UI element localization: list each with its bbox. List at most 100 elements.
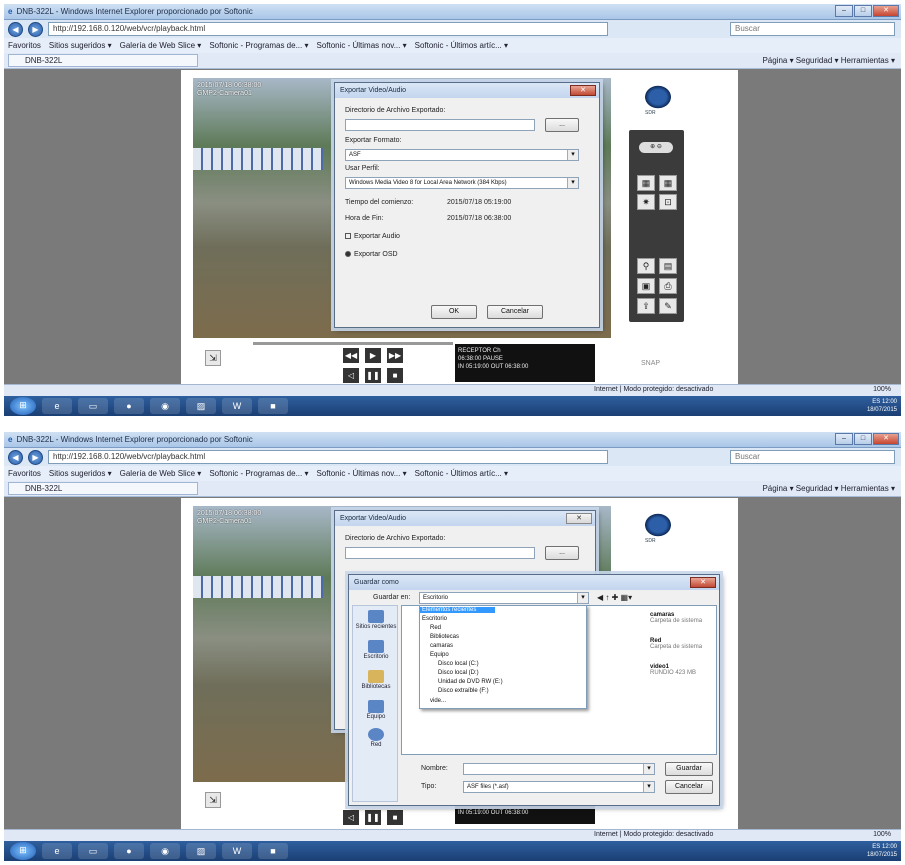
- dropdown-item[interactable]: Disco local (D:): [436, 670, 479, 676]
- close-button[interactable]: ✕: [873, 5, 899, 17]
- step-icon[interactable]: ◁: [343, 810, 359, 825]
- dropdown-item[interactable]: Disco local (C:): [436, 661, 479, 667]
- minimize-button[interactable]: –: [835, 5, 853, 17]
- forward-icon[interactable]: ▶▶: [387, 348, 403, 363]
- ie-taskbar-icon[interactable]: e: [42, 398, 72, 414]
- format-select[interactable]: ASF: [345, 149, 579, 161]
- zoom-level[interactable]: 100%: [873, 386, 891, 393]
- start-button[interactable]: ⊞: [10, 842, 36, 860]
- image2-icon[interactable]: ▦: [659, 175, 677, 191]
- place-libraries[interactable]: Bibliotecas: [355, 670, 397, 690]
- favorite-item[interactable]: Galería de Web Slice ▾: [120, 41, 202, 50]
- file-name-input[interactable]: [463, 763, 655, 775]
- cancel-button[interactable]: Cancelar: [665, 780, 713, 794]
- file-type-select[interactable]: ASF files (*.asf): [463, 781, 655, 793]
- save-button[interactable]: Guardar: [665, 762, 713, 776]
- record-icon[interactable]: ▤: [659, 258, 677, 274]
- folder-nav-icons[interactable]: ◀ ↑ ✚ ▦▾: [597, 593, 632, 602]
- terminal-icon[interactable]: ■: [258, 843, 288, 859]
- chrome-icon[interactable]: ◉: [150, 843, 180, 859]
- save-in-select[interactable]: Escritorio: [419, 592, 589, 604]
- save-close-button[interactable]: ✕: [690, 577, 716, 588]
- start-button[interactable]: ⊞: [10, 397, 36, 415]
- media-icon[interactable]: ●: [114, 843, 144, 859]
- word-icon[interactable]: W: [222, 398, 252, 414]
- file-item[interactable]: Red Carpeta de sistema: [648, 638, 702, 650]
- cancel-button[interactable]: Cancelar: [487, 305, 543, 319]
- export-clip-icon[interactable]: ⇲: [205, 792, 221, 808]
- place-desktop[interactable]: Escritorio: [355, 640, 397, 660]
- image-icon[interactable]: ▦: [637, 175, 655, 191]
- image-app-icon[interactable]: ▨: [186, 398, 216, 414]
- play-icon[interactable]: ▶: [365, 348, 381, 363]
- minimize-button[interactable]: –: [835, 433, 853, 445]
- print-icon[interactable]: ⎙: [659, 278, 677, 294]
- command-menu[interactable]: Página ▾ Seguridad ▾ Herramientas ▾: [762, 484, 895, 493]
- favorite-item[interactable]: Galería de Web Slice ▾: [120, 469, 202, 478]
- dropdown-item[interactable]: camaras: [428, 643, 453, 649]
- export-clip-icon[interactable]: ⇲: [205, 350, 221, 366]
- export-close-button[interactable]: ✕: [566, 513, 592, 524]
- place-computer[interactable]: Equipo: [355, 700, 397, 720]
- dropdown-item[interactable]: Disco extraíble (F:): [436, 688, 489, 694]
- pause-icon[interactable]: ❚❚: [365, 810, 381, 825]
- export-osd-option[interactable]: Exportar OSD: [345, 251, 398, 258]
- place-network[interactable]: Red: [355, 728, 397, 748]
- favorite-item[interactable]: Sitios sugeridos ▾: [49, 41, 112, 50]
- favorite-item[interactable]: Sitios sugeridos ▾: [49, 469, 112, 478]
- folder-icon[interactable]: ▭: [78, 398, 108, 414]
- dir-input[interactable]: [345, 547, 535, 559]
- command-menu[interactable]: Página ▾ Seguridad ▾ Herramientas ▾: [762, 56, 895, 65]
- timeline-slider[interactable]: [253, 342, 453, 345]
- step-icon[interactable]: ◁: [343, 368, 359, 383]
- favorite-item[interactable]: Softonic - Últimas nov... ▾: [316, 41, 406, 50]
- word-icon[interactable]: W: [222, 843, 252, 859]
- favorite-item[interactable]: Favoritos: [8, 41, 41, 50]
- maximize-button[interactable]: □: [854, 433, 872, 445]
- favorite-item[interactable]: Softonic - Últimos artíc... ▾: [415, 41, 508, 50]
- back-icon[interactable]: ◀: [8, 449, 23, 465]
- browse-button[interactable]: ...: [545, 546, 579, 560]
- stop-icon[interactable]: ■: [387, 368, 403, 383]
- back-icon[interactable]: ◀: [8, 21, 23, 37]
- dropdown-item[interactable]: Escritorio: [420, 616, 447, 622]
- dropdown-item[interactable]: Red: [428, 625, 441, 631]
- forward-icon[interactable]: ▶: [28, 449, 43, 465]
- dropdown-item[interactable]: Elementos recientes: [420, 607, 495, 613]
- favorite-item[interactable]: Favoritos: [8, 469, 41, 478]
- zoom-pill[interactable]: ⊕ ⊖: [639, 142, 673, 153]
- browse-button[interactable]: ...: [545, 118, 579, 132]
- search-input[interactable]: Buscar: [730, 450, 895, 464]
- favorite-item[interactable]: Softonic - Últimos artíc... ▾: [415, 469, 508, 478]
- focus-icon[interactable]: ⊡: [659, 194, 677, 210]
- profile-select[interactable]: Windows Media Video 8 for Local Area Net…: [345, 177, 579, 189]
- folder-icon[interactable]: ▭: [78, 843, 108, 859]
- chrome-icon[interactable]: ◉: [150, 398, 180, 414]
- favorite-item[interactable]: Softonic - Últimas nov... ▾: [316, 469, 406, 478]
- file-item[interactable]: camaras Carpeta de sistema: [648, 612, 702, 624]
- dropdown-item[interactable]: Bibliotecas: [428, 634, 459, 640]
- zoom-level[interactable]: 100%: [873, 831, 891, 838]
- favorite-item[interactable]: Softonic - Programas de... ▾: [209, 41, 308, 50]
- image-app-icon[interactable]: ▨: [186, 843, 216, 859]
- url-field[interactable]: http://192.168.0.120/web/vcr/playback.ht…: [48, 450, 608, 464]
- ie-taskbar-icon[interactable]: e: [42, 843, 72, 859]
- export-audio-checkbox[interactable]: Exportar Audio: [345, 233, 400, 240]
- ok-button[interactable]: OK: [431, 305, 477, 319]
- dropdown-item[interactable]: Equipo: [428, 652, 449, 658]
- export-close-button[interactable]: ✕: [570, 85, 596, 96]
- file-item[interactable]: video1 RUNDIO 423 MB: [648, 664, 696, 676]
- close-button[interactable]: ✕: [873, 433, 899, 445]
- stop-icon[interactable]: ■: [387, 810, 403, 825]
- forward-icon[interactable]: ▶: [28, 21, 43, 37]
- favorite-item[interactable]: Softonic - Programas de... ▾: [209, 469, 308, 478]
- pause-icon[interactable]: ❚❚: [365, 368, 381, 383]
- search-input[interactable]: Buscar: [730, 22, 895, 36]
- browser-tab[interactable]: DNB-322L: [8, 54, 198, 67]
- media-icon[interactable]: ●: [114, 398, 144, 414]
- browser-tab[interactable]: DNB-322L: [8, 482, 198, 495]
- save-icon[interactable]: ▣: [637, 278, 655, 294]
- dir-input[interactable]: [345, 119, 535, 131]
- rewind-icon[interactable]: ◀◀: [343, 348, 359, 363]
- dropdown-item[interactable]: vide...: [428, 698, 446, 704]
